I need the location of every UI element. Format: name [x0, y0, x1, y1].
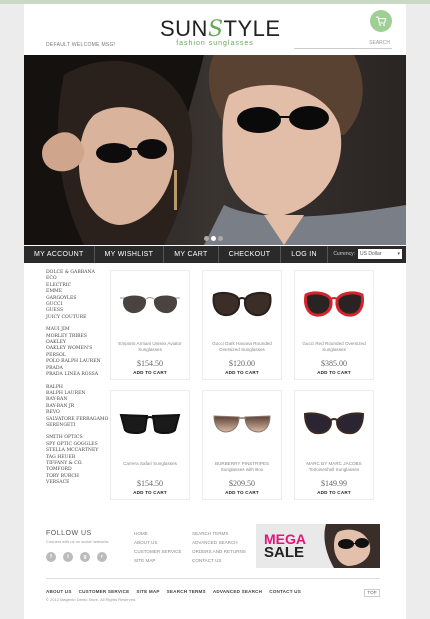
product-price: $154.50	[137, 359, 163, 368]
cart-button[interactable]	[370, 10, 392, 32]
product-price: $149.99	[321, 479, 347, 488]
search-input[interactable]: SEARCH	[294, 38, 392, 49]
currency-value: US Dollar	[360, 251, 382, 257]
product-card[interactable]: Carrera Safari Sunglasses $154.50 ADD TO C…	[110, 390, 190, 500]
cart-icon	[376, 16, 387, 26]
brand-group: MAUI JIM MORLEY TRIBES OAKLEY OAKLEY WOMEN'…	[46, 327, 106, 378]
logo[interactable]: SUNSTYLE fashion sunglasses	[160, 16, 281, 47]
product-price: $385.00	[321, 359, 347, 368]
currency-select[interactable]: US Dollar ▾	[358, 249, 402, 259]
brand-group: DOLCE & GABBANA ECO ELECTRIC EMME GARGOYLES G…	[46, 270, 106, 321]
footer-link-site-map[interactable]: SITE MAP	[134, 556, 182, 565]
logo-text: SUNSTYLE	[160, 16, 281, 42]
footer-link-contact[interactable]: CONTACT US	[192, 556, 246, 565]
product-name[interactable]: BURBERRY PINSTRIPES Sunglasses with Box	[207, 461, 277, 473]
main-nav: MY ACCOUNT MY WISHLIST MY CART CHECKOUT …	[24, 246, 406, 263]
sidebar-brand-link[interactable]: VERSACE	[46, 480, 106, 486]
product-card[interactable]: Gucci Dark Havana Rounded Oversized Sung…	[202, 270, 282, 380]
hero-image	[24, 55, 406, 245]
sidebar-brand-link[interactable]: PRADA LINEA ROSSA	[46, 372, 106, 378]
product-card[interactable]: Gucci Red Rounded Oversized Sunglasses $3…	[294, 270, 374, 380]
add-to-cart-button[interactable]: ADD TO CART	[203, 490, 281, 495]
product-name[interactable]: Emporio Armani Unisex Aviator Sunglasses	[115, 341, 185, 353]
footer-bottom-link[interactable]: SEARCH TERMS	[167, 589, 206, 594]
sidebar-brand-link[interactable]: STELLA MCCARTNEY	[46, 448, 106, 454]
footer-link-customer-service[interactable]: CUSTOMER SERVICE	[134, 547, 182, 556]
footer-bottom-links: ABOUT US CUSTOMER SERVICE SITE MAP SEARCH T…	[46, 589, 301, 594]
currency-switcher: Currency: US Dollar ▾	[333, 249, 402, 259]
product-name[interactable]: MARC BY MARC JACOBS Tortoiseshell Sungla…	[299, 461, 369, 473]
product-card[interactable]: BURBERRY PINSTRIPES Sunglasses with Box $…	[202, 390, 282, 500]
rss-icon[interactable]: r	[97, 552, 107, 562]
nav-my-wishlist[interactable]: MY WISHLIST	[95, 246, 165, 263]
red-sunglasses-icon[interactable]	[295, 275, 373, 333]
footer-bottom-link[interactable]: SITE MAP	[136, 589, 159, 594]
nav-my-account[interactable]: MY ACCOUNT	[24, 246, 95, 263]
product-price: $154.50	[137, 479, 163, 488]
brand-group: RALPH RALPH LAUREN RAY-BAN RAY-BAN JR REVO SA…	[46, 385, 108, 430]
footer-bottom-link[interactable]: ADVANCED SEARCH	[213, 589, 262, 594]
cat-eye-sunglasses-icon[interactable]	[295, 395, 373, 453]
back-to-top-button[interactable]: TOP	[364, 589, 380, 597]
nav-log-in[interactable]: LOG IN	[281, 246, 328, 263]
add-to-cart-button[interactable]: ADD TO CART	[111, 370, 189, 375]
footer-divider	[46, 578, 380, 579]
logo-tagline: fashion sunglasses	[176, 40, 254, 47]
follow-us-subtext: Connect with us on social networks	[46, 539, 109, 544]
twitter-icon[interactable]: t	[63, 552, 73, 562]
brand-sidebar: DOLCE & GABBANA ECO ELECTRIC EMME GARGOYLES G…	[46, 270, 108, 493]
footer-column-2: SEARCH TERMS ADVANCED SEARCH ORDERS AND …	[192, 529, 246, 565]
footer-bottom-link[interactable]: CUSTOMER SERVICE	[79, 589, 130, 594]
product-card[interactable]: MARC BY MARC JACOBS Tortoiseshell Sungla…	[294, 390, 374, 500]
oversized-sunglasses-icon[interactable]	[203, 275, 281, 333]
add-to-cart-button[interactable]: ADD TO CART	[203, 370, 281, 375]
slider-dot-active[interactable]	[211, 236, 216, 241]
footer-bottom-link[interactable]: ABOUT US	[46, 589, 72, 594]
brand-group: SMITH OPTICS SPY OPTIC GOGGLES STELLA MCCA…	[46, 435, 106, 486]
product-name[interactable]: Gucci Dark Havana Rounded Oversized Sung…	[207, 341, 277, 353]
gradient-sunglasses-icon[interactable]	[203, 395, 281, 453]
footer-link-orders-returns[interactable]: ORDERS AND RETURNS	[192, 547, 246, 556]
social-links: f t g r	[46, 552, 107, 562]
footer-link-advanced-search[interactable]: ADVANCED SEARCH	[192, 538, 246, 547]
hero-banner[interactable]	[24, 55, 406, 245]
add-to-cart-button[interactable]: ADD TO CART	[295, 370, 373, 375]
add-to-cart-button[interactable]: ADD TO CART	[111, 490, 189, 495]
footer-link-about[interactable]: ABOUT US	[134, 538, 182, 547]
page: SUNSTYLE fashion sunglasses DEFAULT WELC…	[24, 4, 406, 619]
sidebar-brand-link[interactable]: SERENGETI	[46, 423, 106, 429]
chevron-down-icon: ▾	[397, 251, 400, 257]
follow-us-heading: FOLLOW US	[46, 530, 92, 537]
sidebar-brand-link[interactable]: SALVATORE FERRAGAMO	[46, 417, 108, 423]
product-name[interactable]: Carrera Safari Sunglasses	[115, 461, 185, 467]
footer-link-search-terms[interactable]: SEARCH TERMS	[192, 529, 246, 538]
wayfarer-sunglasses-icon[interactable]	[111, 395, 189, 453]
facebook-icon[interactable]: f	[46, 552, 56, 562]
sidebar-brand-link[interactable]: JUICY COUTURE	[46, 315, 106, 321]
product-name[interactable]: Gucci Red Rounded Oversized Sunglasses	[299, 341, 369, 353]
aviator-sunglasses-icon[interactable]	[111, 275, 189, 333]
product-card[interactable]: Emporio Armani Unisex Aviator Sunglasses…	[110, 270, 190, 380]
welcome-message: DEFAULT WELCOME MSG!	[46, 42, 116, 48]
slider-dot[interactable]	[218, 236, 223, 241]
footer-link-home[interactable]: HOME	[134, 529, 182, 538]
footer-bottom-link[interactable]: CONTACT US	[269, 589, 301, 594]
product-price: $120.00	[229, 359, 255, 368]
google-plus-icon[interactable]: g	[80, 552, 90, 562]
sidebar-brand-link[interactable]: POLO RALPH LAUREN	[46, 359, 106, 365]
currency-label: Currency:	[333, 251, 355, 257]
product-grid: Emporio Armani Unisex Aviator Sunglasses…	[110, 270, 376, 500]
nav-my-cart[interactable]: MY CART	[164, 246, 219, 263]
slider-dot[interactable]	[204, 236, 209, 241]
add-to-cart-button[interactable]: ADD TO CART	[295, 490, 373, 495]
sale-model-image	[324, 524, 380, 568]
footer-column-1: HOME ABOUT US CUSTOMER SERVICE SITE MAP	[134, 529, 182, 565]
copyright: © 2013 Magento Demo Store. All Rights Re…	[46, 597, 137, 602]
mega-sale-banner[interactable]: MEGA SALE	[256, 524, 380, 568]
nav-checkout[interactable]: CHECKOUT	[219, 246, 282, 263]
slider-dots	[204, 236, 223, 241]
product-price: $209.50	[229, 479, 255, 488]
